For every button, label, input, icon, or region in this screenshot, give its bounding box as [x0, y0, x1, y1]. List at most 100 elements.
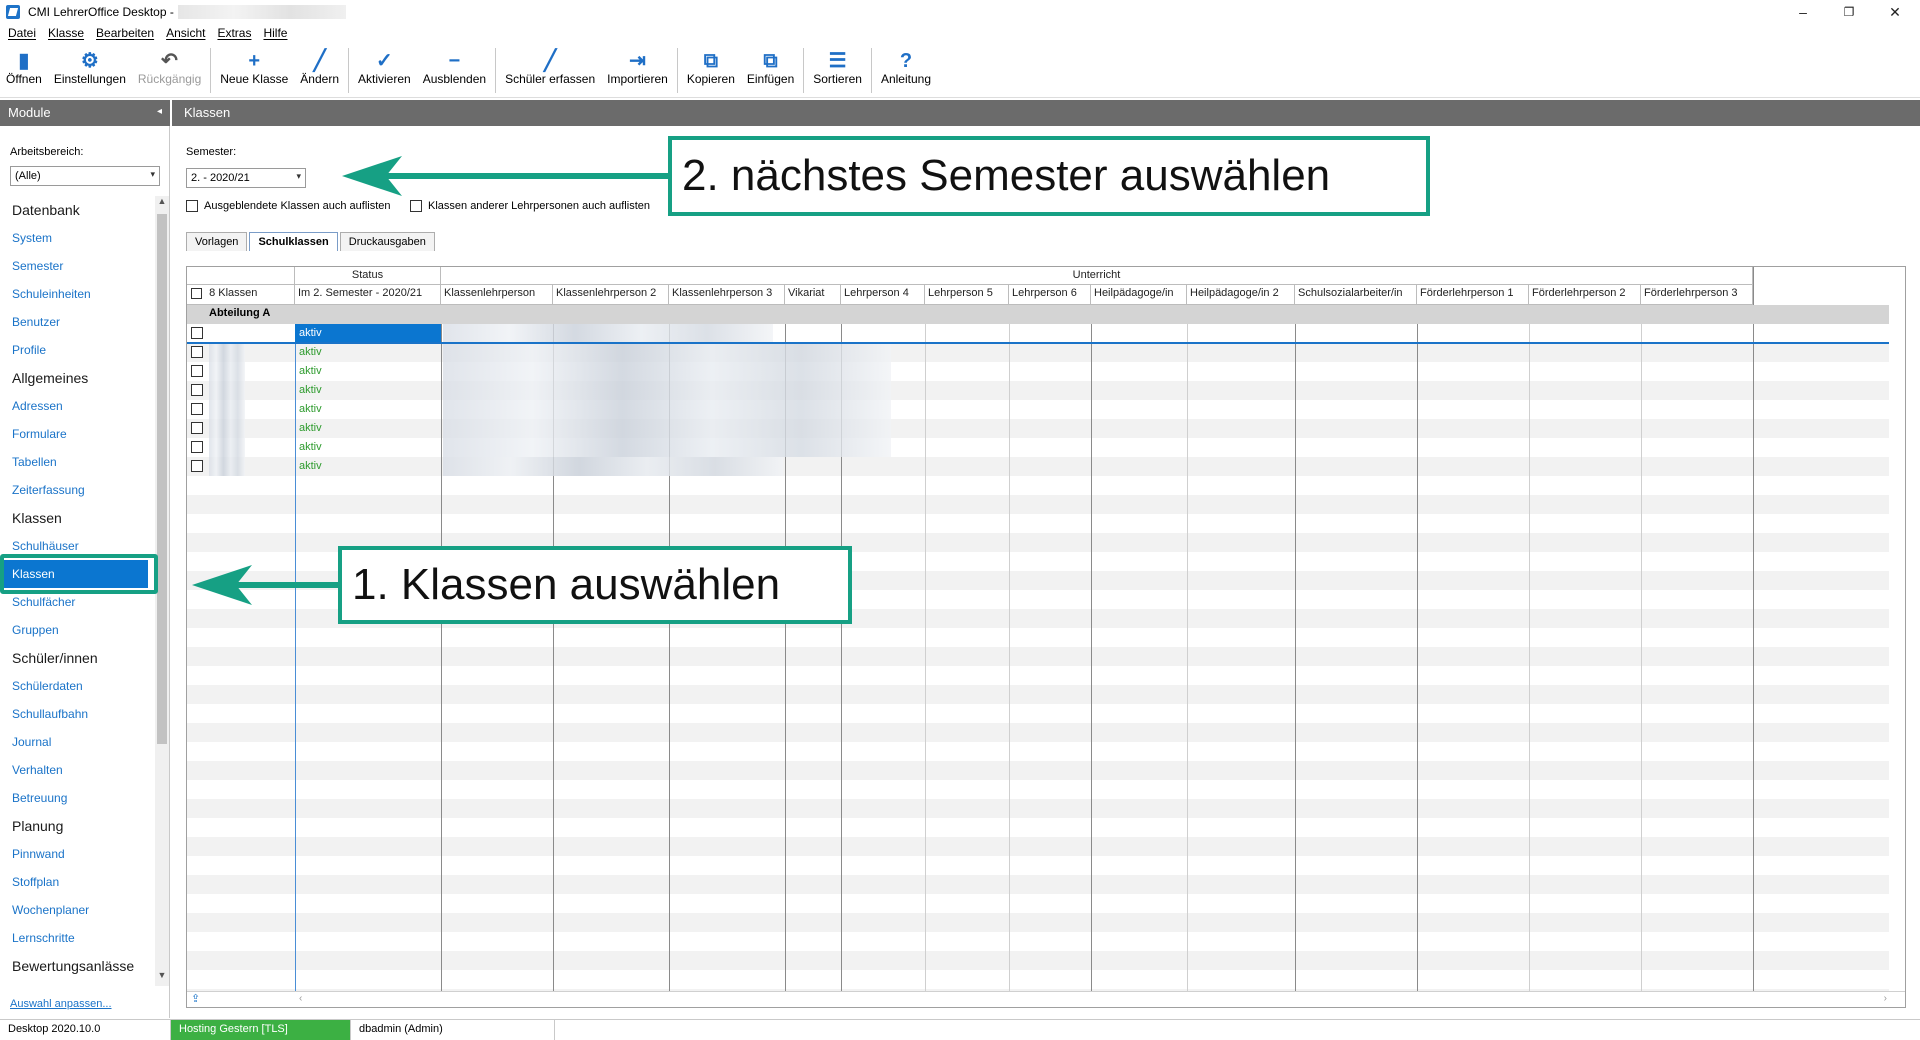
tab-vorlagen[interactable]: Vorlagen — [186, 232, 248, 251]
close-button[interactable]: ✕ — [1872, 0, 1918, 24]
row-status: aktiv — [299, 441, 322, 453]
option-other-teachers[interactable]: Klassen anderer Lehrpersonen auch auflis… — [410, 200, 650, 212]
nav-item-zeiterfassung[interactable]: Zeiterfassung — [0, 476, 152, 504]
column-header-semester[interactable]: Im 2. Semester - 2020/21 — [295, 285, 441, 305]
chevron-left-icon[interactable]: ‹ — [299, 993, 302, 1004]
semester-select[interactable]: 2. - 2020/21 ▾ — [186, 168, 306, 188]
column-header-klassenlehrperson-3[interactable]: Klassenlehrperson 3 — [669, 285, 785, 305]
table-row[interactable]: aktiv — [187, 438, 1891, 457]
minimize-button[interactable]: – — [1780, 0, 1826, 24]
nav-item-schullaufbahn[interactable]: Schullaufbahn — [0, 700, 152, 728]
row-checkbox[interactable] — [191, 384, 203, 396]
export-icon[interactable]: ⇪ — [191, 992, 200, 1005]
nav-item-pinnwand[interactable]: Pinnwand — [0, 840, 152, 868]
semester-label: Semester: — [186, 146, 237, 158]
menu-datei[interactable]: Datei — [2, 26, 42, 40]
help-button[interactable]: ? Anleitung — [875, 44, 937, 97]
sidebar-scroll-thumb[interactable] — [157, 214, 167, 744]
copy-button[interactable]: ⧉ Kopieren — [681, 44, 741, 97]
nav-item-stoffplan[interactable]: Stoffplan — [0, 868, 152, 896]
nav-item-adressen[interactable]: Adressen — [0, 392, 152, 420]
edit-button[interactable]: ╱ Ändern — [294, 44, 345, 97]
menu-klasse[interactable]: Klasse — [42, 26, 90, 40]
hidden-classes-checkbox[interactable] — [186, 200, 198, 212]
table-row[interactable]: aktiv — [187, 457, 1891, 476]
row-checkbox[interactable] — [191, 460, 203, 472]
nav-item-semester[interactable]: Semester — [0, 252, 152, 280]
column-header-foerderlehrperson-2[interactable]: Förderlehrperson 2 — [1529, 285, 1641, 305]
restore-button[interactable]: ❐ — [1826, 0, 1872, 24]
row-status: aktiv — [299, 346, 322, 358]
column-header-klassenlehrperson[interactable]: Klassenlehrperson — [441, 285, 553, 305]
table-row[interactable]: aktiv — [187, 343, 1891, 362]
column-header-klassenlehrperson-2[interactable]: Klassenlehrperson 2 — [553, 285, 669, 305]
chevron-right-icon[interactable]: › — [1884, 993, 1887, 1004]
select-all-checkbox[interactable] — [191, 287, 202, 299]
chevron-up-icon[interactable]: ▲ — [155, 196, 169, 212]
tab-schulklassen[interactable]: Schulklassen — [249, 232, 338, 251]
menu-bearbeiten[interactable]: Bearbeiten — [90, 26, 160, 40]
column-header-foerderlehrperson-3[interactable]: Förderlehrperson 3 — [1641, 285, 1753, 305]
nav-item-formulare[interactable]: Formulare — [0, 420, 152, 448]
table-row[interactable]: aktiv — [187, 324, 1891, 343]
tab-druckausgaben[interactable]: Druckausgaben — [339, 232, 435, 251]
grid-stripe — [187, 723, 1891, 742]
option-hidden-classes[interactable]: Ausgeblendete Klassen auch auflisten — [186, 200, 391, 212]
column-header-heilpaedagoge-2[interactable]: Heilpädagoge/in 2 — [1187, 285, 1295, 305]
semester-value: 2. - 2020/21 — [191, 172, 250, 184]
grid-horizontal-scrollbar[interactable]: ⇪ ‹ › — [187, 991, 1905, 1007]
other-teachers-checkbox[interactable] — [410, 200, 422, 212]
column-header-schulsozialarbeiter[interactable]: Schulsozialarbeiter/in — [1295, 285, 1417, 305]
column-header-heilpaedagoge[interactable]: Heilpädagoge/in — [1091, 285, 1187, 305]
nav-item-gruppen[interactable]: Gruppen — [0, 616, 152, 644]
nav-group-planung: Planung — [12, 818, 64, 834]
table-row[interactable]: aktiv — [187, 362, 1891, 381]
row-checkbox[interactable] — [191, 346, 203, 358]
nav-item-betreuung[interactable]: Betreuung — [0, 784, 152, 812]
activate-button[interactable]: ✓ Aktivieren — [352, 44, 417, 97]
undo-button[interactable]: ↶ Rückgängig — [132, 44, 207, 97]
add-students-button[interactable]: ╱ Schüler erfassen — [499, 44, 601, 97]
row-checkbox[interactable] — [191, 365, 203, 377]
table-row[interactable]: aktiv — [187, 400, 1891, 419]
settings-button[interactable]: ⚙ Einstellungen — [48, 44, 132, 97]
pencil-icon: ╱ — [313, 50, 326, 72]
menu-ansicht[interactable]: Ansicht — [160, 26, 211, 40]
paste-button[interactable]: ⧉ Einfügen — [741, 44, 800, 97]
column-header-foerderlehrperson-1[interactable]: Förderlehrperson 1 — [1417, 285, 1529, 305]
nav-item-schuleinheiten[interactable]: Schuleinheiten — [0, 280, 152, 308]
row-checkbox[interactable] — [191, 327, 203, 339]
nav-item-schuelerdaten[interactable]: Schülerdaten — [0, 672, 152, 700]
nav-item-profile[interactable]: Profile — [0, 336, 152, 364]
column-header-lehrperson-5[interactable]: Lehrperson 5 — [925, 285, 1009, 305]
nav-item-lernschritte[interactable]: Lernschritte — [0, 924, 152, 952]
collapse-icon[interactable]: ◂ — [157, 106, 162, 117]
nav-item-verhalten[interactable]: Verhalten — [0, 756, 152, 784]
check-icon: ✓ — [375, 50, 393, 72]
workspace-select[interactable]: (Alle) ▾ — [10, 166, 160, 186]
sort-button[interactable]: ☰ Sortieren — [807, 44, 868, 97]
column-header-lehrperson-6[interactable]: Lehrperson 6 — [1009, 285, 1091, 305]
menu-hilfe[interactable]: Hilfe — [257, 26, 293, 40]
nav-item-tabellen[interactable]: Tabellen — [0, 448, 152, 476]
new-class-button[interactable]: + Neue Klasse — [214, 44, 294, 97]
adjust-selection-link[interactable]: Auswahl anpassen... — [10, 998, 112, 1010]
classes-grid: Status Unterricht 8 Klassen Im 2. Semest… — [186, 266, 1906, 1008]
table-row[interactable]: aktiv — [187, 419, 1891, 438]
row-checkbox[interactable] — [191, 441, 203, 453]
import-button[interactable]: ⇥ Importieren — [601, 44, 674, 97]
hide-button[interactable]: − Ausblenden — [417, 44, 492, 97]
row-checkbox[interactable] — [191, 422, 203, 434]
row-checkbox[interactable] — [191, 403, 203, 415]
grid-vertical-scrollbar[interactable]: ▼ — [1889, 305, 1905, 1007]
column-header-vikariat[interactable]: Vikariat — [785, 285, 841, 305]
nav-item-system[interactable]: System — [0, 224, 152, 252]
menu-extras[interactable]: Extras — [211, 26, 257, 40]
nav-item-benutzer[interactable]: Benutzer — [0, 308, 152, 336]
nav-item-journal[interactable]: Journal — [0, 728, 152, 756]
table-row[interactable]: aktiv — [187, 381, 1891, 400]
nav-item-wochenplaner[interactable]: Wochenplaner — [0, 896, 152, 924]
open-button[interactable]: ▮ Öffnen — [0, 44, 48, 97]
column-header-lehrperson-4[interactable]: Lehrperson 4 — [841, 285, 925, 305]
chevron-down-icon[interactable]: ▼ — [155, 970, 169, 986]
